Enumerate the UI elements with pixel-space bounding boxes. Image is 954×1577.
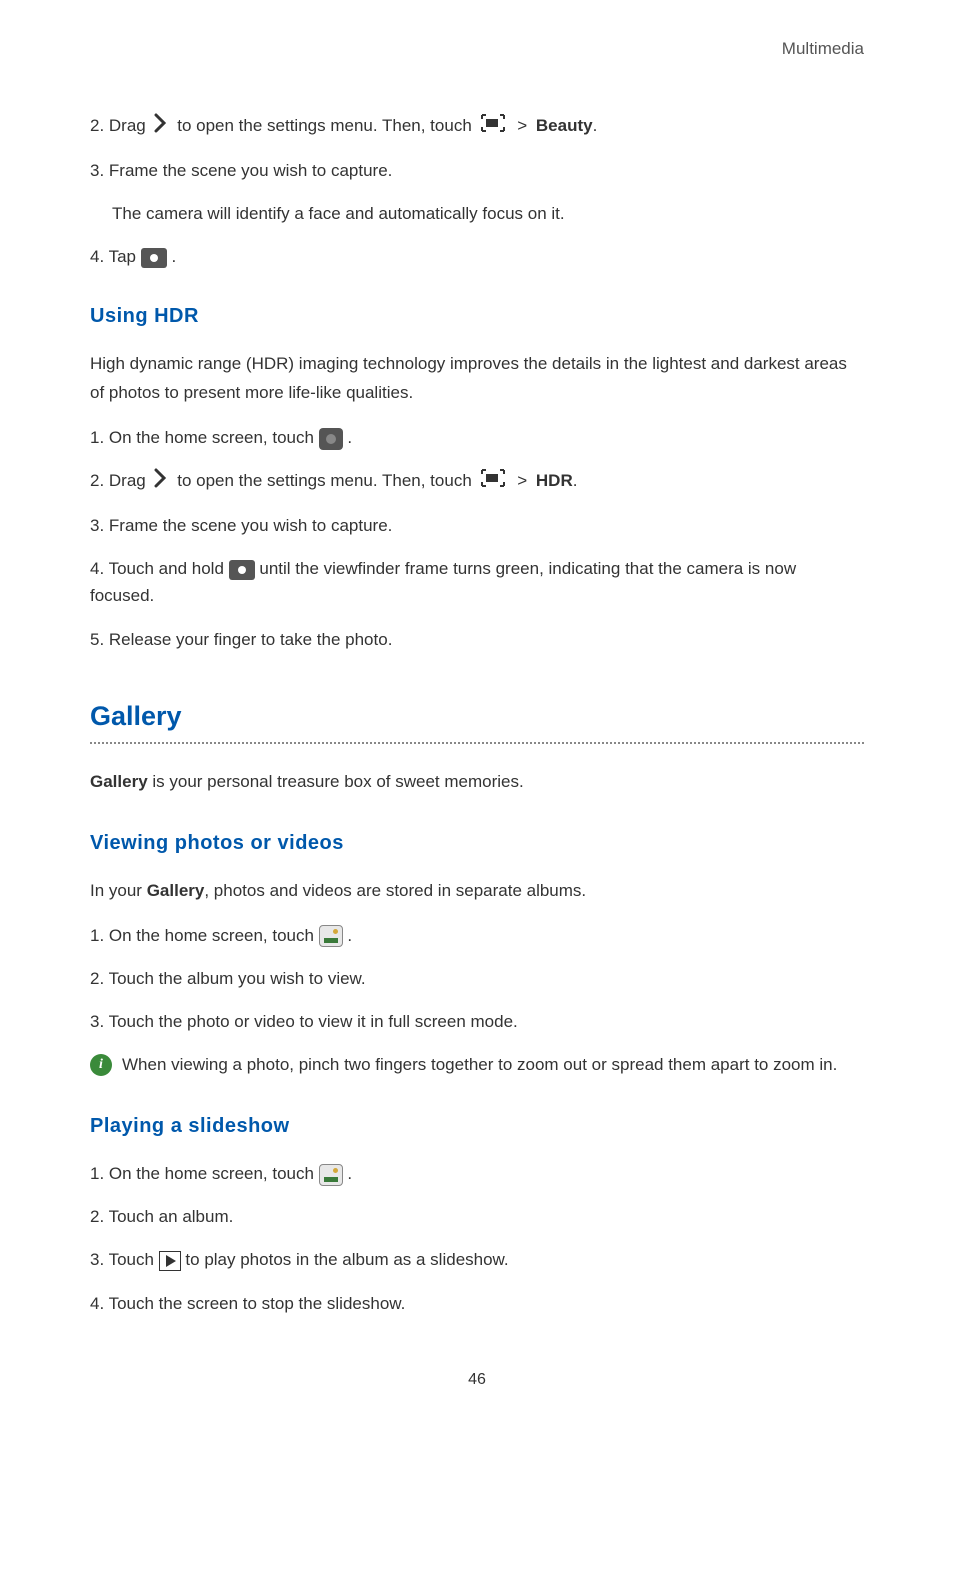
step-text: 2. Drag bbox=[90, 471, 150, 490]
info-text: When viewing a photo, pinch two fingers … bbox=[122, 1051, 837, 1080]
info-icon: i bbox=[90, 1054, 112, 1076]
step-text: . bbox=[347, 428, 352, 447]
step-text: . bbox=[171, 247, 176, 266]
slideshow-step-1: 1. On the home screen, touch . bbox=[90, 1160, 864, 1187]
step-text: to open the settings menu. Then, touch bbox=[177, 116, 476, 135]
gallery-intro: Gallery is your personal treasure box of… bbox=[90, 768, 864, 797]
slideshow-step-3: 3. Touch to play photos in the album as … bbox=[90, 1246, 864, 1273]
hdr-step-2: 2. Drag to open the settings menu. Then,… bbox=[90, 467, 864, 496]
step-text: 1. On the home screen, touch bbox=[90, 1164, 319, 1183]
hdr-intro: High dynamic range (HDR) imaging technol… bbox=[90, 350, 864, 408]
viewing-intro: In your Gallery, photos and videos are s… bbox=[90, 877, 864, 906]
period: . bbox=[573, 471, 578, 490]
beauty-step-3-sub: The camera will identify a face and auto… bbox=[90, 200, 864, 227]
text: In your bbox=[90, 881, 147, 900]
hdr-step-5: 5. Release your finger to take the photo… bbox=[90, 626, 864, 653]
chevron-right-icon bbox=[153, 468, 169, 496]
step-text: 2. Drag bbox=[90, 116, 150, 135]
step-text: 1. On the home screen, touch bbox=[90, 926, 319, 945]
hdr-step-1: 1. On the home screen, touch . bbox=[90, 424, 864, 451]
gallery-bold: Gallery bbox=[90, 772, 148, 791]
gallery-bold: Gallery bbox=[147, 881, 205, 900]
viewing-step-2: 2. Touch the album you wish to view. bbox=[90, 965, 864, 992]
divider bbox=[90, 742, 864, 744]
camera-app-icon bbox=[319, 428, 343, 450]
step-text: . bbox=[347, 1164, 352, 1183]
step-text: 4. Touch and hold bbox=[90, 559, 229, 578]
hdr-step-3: 3. Frame the scene you wish to capture. bbox=[90, 512, 864, 539]
gallery-rest: is your personal treasure box of sweet m… bbox=[148, 772, 524, 791]
page-header: Multimedia bbox=[90, 35, 864, 62]
hdr-step-4: 4. Touch and hold until the viewfinder f… bbox=[90, 555, 864, 609]
separator: > bbox=[517, 116, 527, 135]
page-number: 46 bbox=[90, 1367, 864, 1393]
slideshow-step-4: 4. Touch the screen to stop the slidesho… bbox=[90, 1290, 864, 1317]
viewing-step-3: 3. Touch the photo or video to view it i… bbox=[90, 1008, 864, 1035]
viewing-step-1: 1. On the home screen, touch . bbox=[90, 922, 864, 949]
camera-shutter-icon bbox=[229, 560, 255, 580]
slideshow-step-2: 2. Touch an album. bbox=[90, 1203, 864, 1230]
step-text: to open the settings menu. Then, touch bbox=[177, 471, 476, 490]
beauty-step-3: 3. Frame the scene you wish to capture. bbox=[90, 157, 864, 184]
step-text: 4. Tap bbox=[90, 247, 141, 266]
chevron-right-icon bbox=[153, 113, 169, 141]
play-icon bbox=[159, 1251, 181, 1271]
capture-mode-icon bbox=[480, 113, 506, 141]
gallery-app-icon bbox=[319, 925, 343, 947]
capture-mode-icon bbox=[480, 468, 506, 496]
step-text: 1. On the home screen, touch bbox=[90, 428, 319, 447]
step-text: to play photos in the album as a slidesh… bbox=[185, 1250, 508, 1269]
gallery-heading: Gallery bbox=[90, 695, 864, 738]
beauty-step-4: 4. Tap . bbox=[90, 243, 864, 270]
step-text: . bbox=[347, 926, 352, 945]
beauty-label: Beauty bbox=[536, 116, 593, 135]
gallery-app-icon bbox=[319, 1164, 343, 1186]
step-text: 3. Touch bbox=[90, 1250, 159, 1269]
hdr-label: HDR bbox=[536, 471, 573, 490]
separator: > bbox=[517, 471, 527, 490]
text: , photos and videos are stored in separa… bbox=[204, 881, 586, 900]
viewing-heading: Viewing photos or videos bbox=[90, 827, 864, 859]
beauty-step-2: 2. Drag to open the settings menu. Then,… bbox=[90, 112, 864, 141]
period: . bbox=[593, 116, 598, 135]
hdr-heading: Using HDR bbox=[90, 300, 864, 332]
info-note: i When viewing a photo, pinch two finger… bbox=[90, 1051, 864, 1080]
slideshow-heading: Playing a slideshow bbox=[90, 1110, 864, 1142]
camera-shutter-icon bbox=[141, 248, 167, 268]
